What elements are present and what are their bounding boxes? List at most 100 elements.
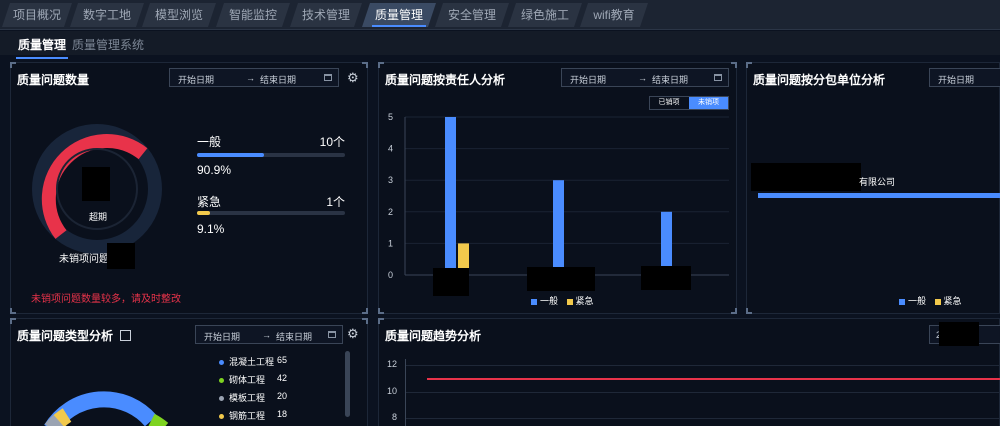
- redacted-person-2: [527, 267, 595, 291]
- panel-title: 质量问题趋势分析: [385, 329, 482, 343]
- trend-line: [427, 378, 1000, 380]
- general-progress-track: [197, 153, 345, 157]
- tab-safety-management[interactable]: 安全管理: [435, 3, 509, 27]
- redacted-person-1: [433, 268, 469, 296]
- type-value: 18: [277, 409, 288, 419]
- tab-green-construction[interactable]: 绿色施工: [508, 3, 582, 27]
- panel-title: 质量问题按责任人分析: [385, 73, 506, 87]
- date-range-picker[interactable]: 开始日期: [929, 68, 1000, 87]
- chart-legend: 一般 紧急: [899, 294, 962, 307]
- urgent-count: 1个: [326, 195, 345, 209]
- legend-urgent-swatch: [934, 298, 941, 305]
- arrow-icon: →: [638, 73, 647, 83]
- gear-icon[interactable]: ⚙: [347, 71, 360, 84]
- y-tick-label: 5: [388, 112, 393, 122]
- type-item-rebar: 钢筋工程 18: [219, 409, 287, 422]
- type-name: 混凝土工程: [229, 357, 275, 367]
- legend-urgent: 紧急: [943, 296, 962, 306]
- type-swatch: [219, 396, 224, 402]
- legend-scrollbar[interactable]: [345, 351, 350, 417]
- y-tick-label: 4: [388, 144, 393, 154]
- type-swatch: [219, 414, 224, 420]
- y-axis: [405, 359, 406, 426]
- panel-title-text: 质量问题类型分析: [17, 329, 114, 343]
- subtab-quality-management[interactable]: 质量管理: [15, 36, 69, 59]
- type-value: 42: [277, 373, 288, 383]
- gridline: [405, 365, 1000, 366]
- y-tick-label: 2: [388, 207, 393, 217]
- top-navigation: 项目概况 数字工地 模型浏览 智能监控 技术管理 质量管理 安全管理 绿色施工 …: [0, 0, 1000, 30]
- type-swatch: [219, 378, 224, 384]
- type-item-concrete: 混凝土工程 65: [219, 355, 287, 368]
- date-range-picker[interactable]: 开始日期 → 结束日期: [561, 68, 729, 87]
- subcontractor-panel: 质量问题按分包单位分析 开始日期 有限公司 一般 紧急: [746, 62, 1000, 314]
- calendar-icon: [324, 74, 332, 81]
- tab-model-browse[interactable]: 模型浏览: [142, 3, 216, 27]
- panel-title: 质量问题类型分析: [17, 327, 132, 344]
- general-percent: 90.9%: [197, 163, 232, 177]
- start-date: 开始日期: [938, 75, 975, 85]
- bar-general: [553, 180, 564, 275]
- legend-general: 一般: [908, 296, 927, 306]
- arrow-icon: →: [262, 330, 271, 340]
- type-value: 65: [277, 355, 288, 365]
- legend-general: 一般: [540, 296, 559, 306]
- trend-panel: 质量问题趋势分析 2 12 10 8: [378, 318, 1000, 426]
- date-range-picker[interactable]: 开始日期 → 结束日期: [195, 325, 343, 344]
- legend-general-swatch: [899, 298, 905, 305]
- warning-message: 未销项问题数量较多，请及时整改: [31, 294, 181, 305]
- urgent-percent: 9.1%: [197, 222, 225, 236]
- end-date: 结束日期: [260, 75, 297, 85]
- subtab-quality-system[interactable]: 质量管理系统: [72, 36, 144, 53]
- y-tick: 8: [391, 412, 397, 422]
- sub-navigation: 质量管理 质量管理系统: [0, 31, 1000, 59]
- quality-count-panel: 质量问题数量 开始日期 → 结束日期 ⚙ 超期 未销项问题 一般 10个 90.…: [10, 62, 368, 314]
- y-tick-label: 0: [388, 270, 393, 280]
- legend-urgent-swatch: [566, 298, 573, 305]
- type-name: 砌体工程: [229, 375, 266, 385]
- start-date: 开始日期: [204, 332, 241, 342]
- y-tick: 10: [386, 386, 397, 396]
- company-bar: [758, 193, 1000, 198]
- arrow-icon: →: [246, 73, 255, 83]
- tab-quality-management[interactable]: 质量管理: [362, 3, 436, 27]
- end-date: 结束日期: [276, 332, 313, 342]
- unresolved-label: 未销项问题: [59, 254, 109, 265]
- panel-title: 质量问题数量: [17, 73, 90, 87]
- date-range-picker[interactable]: 开始日期 → 结束日期: [169, 68, 339, 87]
- tab-project-overview[interactable]: 项目概况: [2, 3, 72, 27]
- tab-wifi-education[interactable]: wifi教育: [580, 3, 648, 27]
- tab-smart-monitoring[interactable]: 智能监控: [216, 3, 290, 27]
- type-value: 20: [277, 391, 288, 401]
- company-label: 有限公司: [859, 177, 896, 187]
- y-tick-label: 3: [388, 175, 393, 185]
- type-name: 钢筋工程: [229, 411, 266, 421]
- issue-type-donut: [44, 391, 169, 426]
- redacted-unresolved-count: [107, 243, 135, 269]
- type-item-formwork: 模板工程 20: [219, 391, 287, 404]
- type-swatch: [219, 360, 224, 366]
- start-date: 开始日期: [570, 75, 607, 85]
- start-date: 开始日期: [178, 75, 215, 85]
- responsible-panel: 质量问题按责任人分析 开始日期 → 结束日期 已销项 未销项 012345 一般…: [378, 62, 737, 314]
- panel-title: 质量问题按分包单位分析: [753, 73, 886, 87]
- calendar-icon: [328, 331, 336, 338]
- end-date: 结束日期: [652, 75, 689, 85]
- tab-technical-management[interactable]: 技术管理: [290, 3, 362, 27]
- issue-type-panel: 质量问题类型分析 开始日期 → 结束日期 ⚙ 混凝土工程 65 砌体工程 42 模板…: [10, 318, 368, 426]
- bar-general: [445, 117, 456, 275]
- calendar-icon: [714, 74, 722, 81]
- tab-digital-site[interactable]: 数字工地: [70, 3, 144, 27]
- general-count: 10个: [319, 135, 345, 149]
- redacted-person-3: [641, 266, 691, 290]
- external-link-icon[interactable]: [120, 330, 132, 341]
- type-name: 模板工程: [229, 393, 266, 403]
- gear-icon[interactable]: ⚙: [347, 327, 360, 340]
- redacted-year: [939, 322, 979, 346]
- y-tick-label: 1: [388, 238, 393, 248]
- urgent-label: 紧急: [197, 195, 222, 209]
- gridline: [405, 418, 1000, 419]
- gridline: [405, 392, 1000, 393]
- y-tick: 12: [386, 359, 397, 369]
- type-item-masonry: 砌体工程 42: [219, 373, 287, 386]
